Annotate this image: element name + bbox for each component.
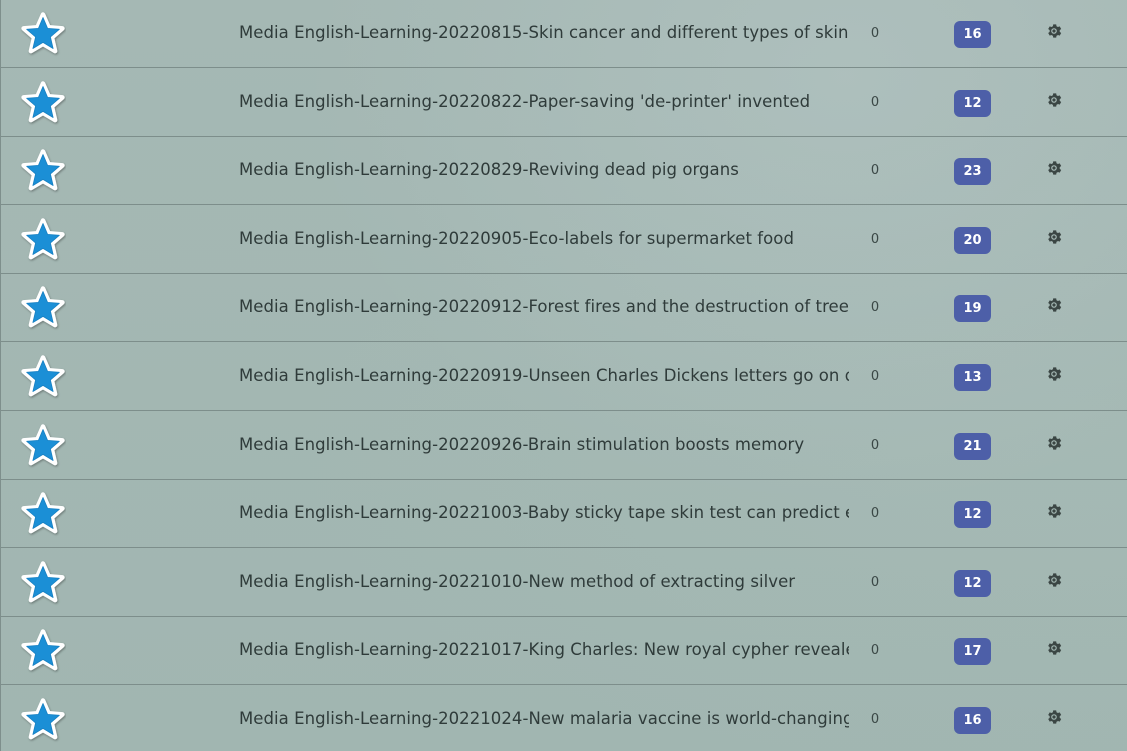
deck-row[interactable]: Media English-Learning-20220815-Skin can… <box>1 0 1127 68</box>
gear-icon[interactable] <box>1046 366 1062 382</box>
deck-row[interactable]: Media English-Learning-20220829-Reviving… <box>1 137 1127 205</box>
gear-icon[interactable] <box>1046 503 1062 519</box>
deck-name[interactable]: Media English-Learning-20221003-Baby sti… <box>239 502 849 524</box>
gear-icon[interactable] <box>1046 92 1062 108</box>
due-count-badge: 19 <box>954 295 991 322</box>
due-count-badge: 21 <box>954 433 991 460</box>
deck-name[interactable]: Media English-Learning-20221010-New meth… <box>239 571 849 593</box>
deck-name[interactable]: Media English-Learning-20220926-Brain st… <box>239 434 849 456</box>
star-icon[interactable] <box>20 285 66 331</box>
gear-icon[interactable] <box>1046 640 1062 656</box>
deck-row[interactable]: Media English-Learning-20220919-Unseen C… <box>1 343 1127 411</box>
due-count-badge: 20 <box>954 227 991 254</box>
new-count: 0 <box>870 438 880 453</box>
new-count: 0 <box>870 232 880 247</box>
due-count-badge: 16 <box>954 21 991 48</box>
deck-row[interactable]: Media English-Learning-20220905-Eco-labe… <box>1 206 1127 274</box>
star-icon[interactable] <box>20 491 66 537</box>
new-count: 0 <box>870 575 880 590</box>
deck-name[interactable]: Media English-Learning-20220919-Unseen C… <box>239 365 849 387</box>
star-icon[interactable] <box>20 628 66 674</box>
star-icon[interactable] <box>20 11 66 57</box>
star-icon[interactable] <box>20 560 66 606</box>
new-count: 0 <box>870 506 880 521</box>
star-icon[interactable] <box>20 217 66 263</box>
gear-icon[interactable] <box>1046 160 1062 176</box>
deck-name[interactable]: Media English-Learning-20220815-Skin can… <box>239 22 849 44</box>
due-count-badge: 13 <box>954 364 991 391</box>
star-icon[interactable] <box>20 80 66 126</box>
new-count: 0 <box>870 712 880 727</box>
new-count: 0 <box>870 26 880 41</box>
deck-row[interactable]: Media English-Learning-20221017-King Cha… <box>1 617 1127 685</box>
due-count-badge: 12 <box>954 90 991 117</box>
gear-icon[interactable] <box>1046 23 1062 39</box>
due-count-badge: 17 <box>954 638 991 665</box>
gear-icon[interactable] <box>1046 297 1062 313</box>
due-count-badge: 12 <box>954 570 991 597</box>
deck-name[interactable]: Media English-Learning-20220822-Paper-sa… <box>239 91 849 113</box>
deck-row[interactable]: Media English-Learning-20221010-New meth… <box>1 549 1127 617</box>
deck-name[interactable]: Media English-Learning-20220912-Forest f… <box>239 296 849 318</box>
deck-name[interactable]: Media English-Learning-20220829-Reviving… <box>239 159 849 181</box>
gear-icon[interactable] <box>1046 435 1062 451</box>
gear-icon[interactable] <box>1046 572 1062 588</box>
new-count: 0 <box>870 300 880 315</box>
due-count-badge: 16 <box>954 707 991 734</box>
deck-name[interactable]: Media English-Learning-20221024-New mala… <box>239 708 849 730</box>
star-icon[interactable] <box>20 354 66 400</box>
due-count-badge: 23 <box>954 158 991 185</box>
deck-list: Media English-Learning-20220815-Skin can… <box>0 0 1127 751</box>
star-icon[interactable] <box>20 697 66 743</box>
deck-name[interactable]: Media English-Learning-20221017-King Cha… <box>239 639 849 661</box>
deck-row[interactable]: Media English-Learning-20220912-Forest f… <box>1 274 1127 342</box>
deck-row[interactable]: Media English-Learning-20220926-Brain st… <box>1 412 1127 480</box>
new-count: 0 <box>870 369 880 384</box>
new-count: 0 <box>870 95 880 110</box>
new-count: 0 <box>870 163 880 178</box>
deck-name[interactable]: Media English-Learning-20220905-Eco-labe… <box>239 228 849 250</box>
new-count: 0 <box>870 643 880 658</box>
star-icon[interactable] <box>20 423 66 469</box>
star-icon[interactable] <box>20 148 66 194</box>
gear-icon[interactable] <box>1046 709 1062 725</box>
deck-row[interactable]: Media English-Learning-20221003-Baby sti… <box>1 480 1127 548</box>
due-count-badge: 12 <box>954 501 991 528</box>
gear-icon[interactable] <box>1046 229 1062 245</box>
deck-row[interactable]: Media English-Learning-20220822-Paper-sa… <box>1 69 1127 137</box>
deck-row[interactable]: Media English-Learning-20221024-New mala… <box>1 686 1127 751</box>
